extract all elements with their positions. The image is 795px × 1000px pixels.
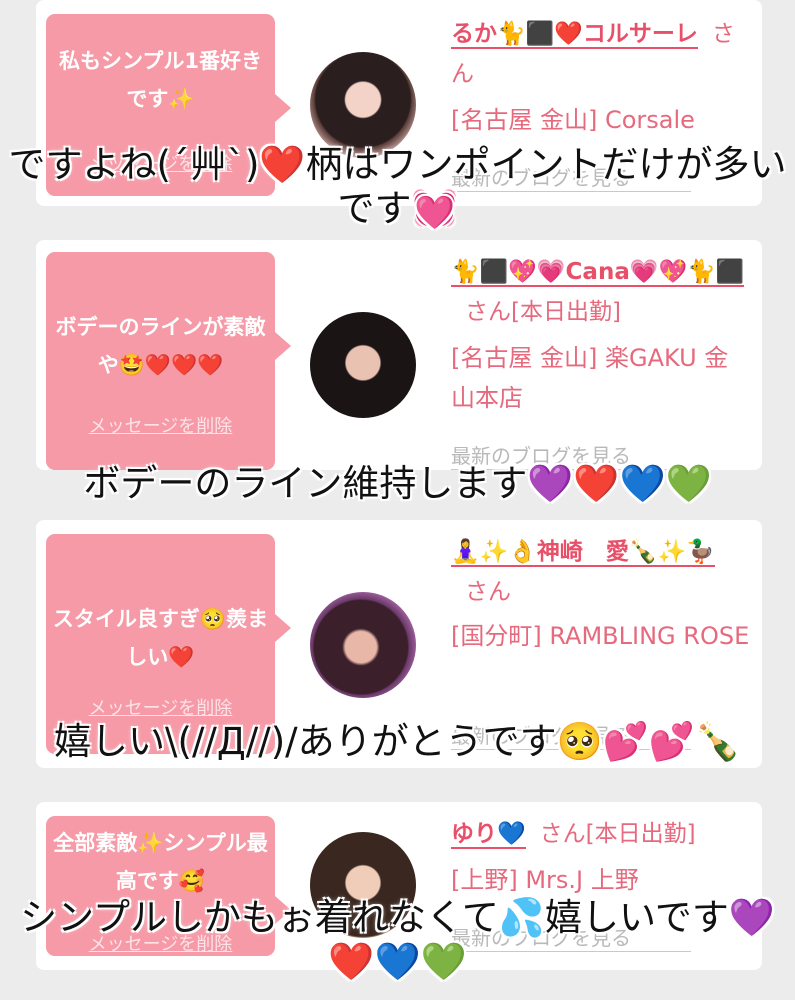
sender-name-link[interactable]: 🧘‍♀️✨👌神崎 愛🍾✨🦆さん [451,532,751,612]
shop-info: [国分町] RAMBLING ROSE [451,622,750,650]
message-text: ボデーのラインが素敵や🤩❤️❤️❤️ [55,315,266,377]
message-text: スタイル良すぎ🥺羨ましい❤️ [52,607,269,669]
delete-message-link[interactable]: メッセージを削除 [46,694,275,720]
delete-message-link[interactable]: メッセージを削除 [46,412,275,438]
message-text: 全部素敵✨シンプル最高です🥰 [53,831,268,893]
message-bubble: ボデーのラインが素敵や🤩❤️❤️❤️ メッセージを削除 [46,252,291,470]
overlay-caption: ボデーのライン維持します💜❤️💙💚 [83,462,712,505]
overlay-caption: 嬉しい\(//Д//)/ありがとうです🥺💕💕🍾 [54,720,741,763]
shop-info: [名古屋 金山] 楽GAKU 金山本店 [451,344,729,412]
sender-name-link[interactable]: 🐈⬛💖💗Cana💗💖🐈⬛さん[本日出勤] [451,252,751,332]
sender-name-link[interactable]: るか🐈⬛❤️コルサーレ さん [451,14,751,94]
message-text: 私もシンプル1番好きです✨ [59,49,262,111]
shop-info: [名古屋 金山] Corsale [451,106,695,134]
overlay-caption: ですよね(´艸`)❤️柄はワンポイントだけが多いです💓 [8,143,787,230]
shop-info: [上野] Mrs.J 上野 [451,866,639,894]
message-card: ボデーのラインが素敵や🤩❤️❤️❤️ メッセージを削除 🐈⬛💖💗Cana💗💖🐈⬛… [36,240,762,470]
avatar[interactable] [310,592,416,698]
overlay-caption: シンプルしかもぉ着れなくて💦嬉しいです💜❤️💙💚 [20,896,775,983]
sender-name-link[interactable]: ゆり💙 さん[本日出勤] [451,814,751,854]
avatar[interactable] [310,312,416,418]
